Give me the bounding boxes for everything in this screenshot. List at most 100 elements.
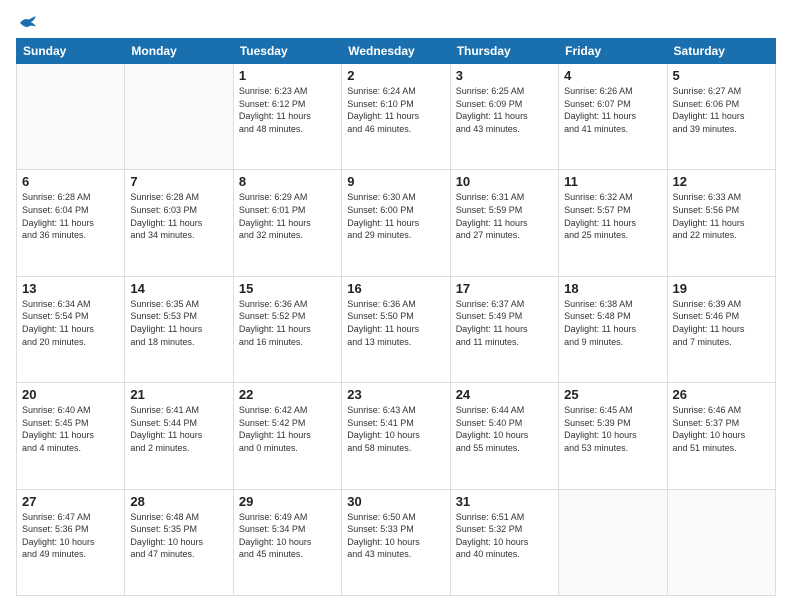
calendar-week-row: 20 Sunrise: 6:40 AM Sunset: 5:45 PM Dayli… xyxy=(17,383,776,489)
day-number: 8 xyxy=(239,174,336,189)
day-info: Sunrise: 6:36 AM Sunset: 5:52 PM Dayligh… xyxy=(239,298,336,348)
day-number: 2 xyxy=(347,68,444,83)
calendar-cell: 16 Sunrise: 6:36 AM Sunset: 5:50 PM Dayli… xyxy=(342,276,450,382)
calendar-cell xyxy=(559,489,667,595)
day-info: Sunrise: 6:46 AM Sunset: 5:37 PM Dayligh… xyxy=(673,404,770,454)
day-number: 22 xyxy=(239,387,336,402)
calendar-cell: 21 Sunrise: 6:41 AM Sunset: 5:44 PM Dayli… xyxy=(125,383,233,489)
calendar-cell: 7 Sunrise: 6:28 AM Sunset: 6:03 PM Daylig… xyxy=(125,170,233,276)
day-number: 1 xyxy=(239,68,336,83)
calendar-cell: 18 Sunrise: 6:38 AM Sunset: 5:48 PM Dayli… xyxy=(559,276,667,382)
day-info: Sunrise: 6:28 AM Sunset: 6:04 PM Dayligh… xyxy=(22,191,119,241)
calendar-cell: 1 Sunrise: 6:23 AM Sunset: 6:12 PM Daylig… xyxy=(233,64,341,170)
weekday-header-saturday: Saturday xyxy=(667,39,775,64)
calendar-header-row: SundayMondayTuesdayWednesdayThursdayFrid… xyxy=(17,39,776,64)
calendar-cell: 8Sunrise: 6:29 AM Sunset: 6:01 PM Daylig… xyxy=(233,170,341,276)
day-info: Sunrise: 6:49 AM Sunset: 5:34 PM Dayligh… xyxy=(239,511,336,561)
calendar-week-row: 27 Sunrise: 6:47 AM Sunset: 5:36 PM Dayli… xyxy=(17,489,776,595)
day-number: 20 xyxy=(22,387,119,402)
day-info: Sunrise: 6:36 AM Sunset: 5:50 PM Dayligh… xyxy=(347,298,444,348)
calendar-week-row: 1 Sunrise: 6:23 AM Sunset: 6:12 PM Daylig… xyxy=(17,64,776,170)
calendar-cell: 4 Sunrise: 6:26 AM Sunset: 6:07 PM Daylig… xyxy=(559,64,667,170)
day-info: Sunrise: 6:43 AM Sunset: 5:41 PM Dayligh… xyxy=(347,404,444,454)
day-info: Sunrise: 6:31 AM Sunset: 5:59 PM Dayligh… xyxy=(456,191,553,241)
calendar-cell: 17 Sunrise: 6:37 AM Sunset: 5:49 PM Dayli… xyxy=(450,276,558,382)
day-number: 5 xyxy=(673,68,770,83)
calendar-cell: 15Sunrise: 6:36 AM Sunset: 5:52 PM Dayli… xyxy=(233,276,341,382)
day-info: Sunrise: 6:51 AM Sunset: 5:32 PM Dayligh… xyxy=(456,511,553,561)
day-number: 16 xyxy=(347,281,444,296)
day-number: 26 xyxy=(673,387,770,402)
day-info: Sunrise: 6:23 AM Sunset: 6:12 PM Dayligh… xyxy=(239,85,336,135)
calendar-cell: 11Sunrise: 6:32 AM Sunset: 5:57 PM Dayli… xyxy=(559,170,667,276)
calendar-cell: 30 Sunrise: 6:50 AM Sunset: 5:33 PM Dayli… xyxy=(342,489,450,595)
day-number: 21 xyxy=(130,387,227,402)
day-number: 29 xyxy=(239,494,336,509)
day-info: Sunrise: 6:32 AM Sunset: 5:57 PM Dayligh… xyxy=(564,191,661,241)
calendar-week-row: 6 Sunrise: 6:28 AM Sunset: 6:04 PM Daylig… xyxy=(17,170,776,276)
day-info: Sunrise: 6:50 AM Sunset: 5:33 PM Dayligh… xyxy=(347,511,444,561)
day-number: 19 xyxy=(673,281,770,296)
day-info: Sunrise: 6:44 AM Sunset: 5:40 PM Dayligh… xyxy=(456,404,553,454)
weekday-header-thursday: Thursday xyxy=(450,39,558,64)
weekday-header-wednesday: Wednesday xyxy=(342,39,450,64)
day-number: 17 xyxy=(456,281,553,296)
day-number: 10 xyxy=(456,174,553,189)
calendar-cell: 10 Sunrise: 6:31 AM Sunset: 5:59 PM Dayli… xyxy=(450,170,558,276)
calendar-table: SundayMondayTuesdayWednesdayThursdayFrid… xyxy=(16,38,776,596)
calendar-cell xyxy=(125,64,233,170)
calendar-cell: 24 Sunrise: 6:44 AM Sunset: 5:40 PM Dayli… xyxy=(450,383,558,489)
calendar-cell: 13 Sunrise: 6:34 AM Sunset: 5:54 PM Dayli… xyxy=(17,276,125,382)
day-number: 18 xyxy=(564,281,661,296)
calendar-cell xyxy=(667,489,775,595)
calendar-cell: 9 Sunrise: 6:30 AM Sunset: 6:00 PM Daylig… xyxy=(342,170,450,276)
day-number: 31 xyxy=(456,494,553,509)
day-info: Sunrise: 6:26 AM Sunset: 6:07 PM Dayligh… xyxy=(564,85,661,135)
day-info: Sunrise: 6:28 AM Sunset: 6:03 PM Dayligh… xyxy=(130,191,227,241)
day-info: Sunrise: 6:35 AM Sunset: 5:53 PM Dayligh… xyxy=(130,298,227,348)
day-number: 4 xyxy=(564,68,661,83)
logo xyxy=(16,16,36,30)
day-info: Sunrise: 6:42 AM Sunset: 5:42 PM Dayligh… xyxy=(239,404,336,454)
weekday-header-sunday: Sunday xyxy=(17,39,125,64)
day-number: 6 xyxy=(22,174,119,189)
day-info: Sunrise: 6:45 AM Sunset: 5:39 PM Dayligh… xyxy=(564,404,661,454)
weekday-header-tuesday: Tuesday xyxy=(233,39,341,64)
calendar-cell: 12 Sunrise: 6:33 AM Sunset: 5:56 PM Dayli… xyxy=(667,170,775,276)
day-number: 12 xyxy=(673,174,770,189)
calendar-cell: 26 Sunrise: 6:46 AM Sunset: 5:37 PM Dayli… xyxy=(667,383,775,489)
calendar-cell: 6 Sunrise: 6:28 AM Sunset: 6:04 PM Daylig… xyxy=(17,170,125,276)
day-number: 9 xyxy=(347,174,444,189)
day-info: Sunrise: 6:30 AM Sunset: 6:00 PM Dayligh… xyxy=(347,191,444,241)
day-info: Sunrise: 6:47 AM Sunset: 5:36 PM Dayligh… xyxy=(22,511,119,561)
calendar-cell: 31 Sunrise: 6:51 AM Sunset: 5:32 PM Dayli… xyxy=(450,489,558,595)
day-number: 7 xyxy=(130,174,227,189)
day-number: 25 xyxy=(564,387,661,402)
day-info: Sunrise: 6:33 AM Sunset: 5:56 PM Dayligh… xyxy=(673,191,770,241)
logo-bird-icon xyxy=(18,16,36,30)
day-number: 30 xyxy=(347,494,444,509)
calendar-cell: 20 Sunrise: 6:40 AM Sunset: 5:45 PM Dayli… xyxy=(17,383,125,489)
day-number: 13 xyxy=(22,281,119,296)
day-info: Sunrise: 6:27 AM Sunset: 6:06 PM Dayligh… xyxy=(673,85,770,135)
day-number: 24 xyxy=(456,387,553,402)
calendar-cell: 29 Sunrise: 6:49 AM Sunset: 5:34 PM Dayli… xyxy=(233,489,341,595)
day-info: Sunrise: 6:34 AM Sunset: 5:54 PM Dayligh… xyxy=(22,298,119,348)
day-info: Sunrise: 6:40 AM Sunset: 5:45 PM Dayligh… xyxy=(22,404,119,454)
day-info: Sunrise: 6:41 AM Sunset: 5:44 PM Dayligh… xyxy=(130,404,227,454)
day-number: 28 xyxy=(130,494,227,509)
calendar-cell: 25 Sunrise: 6:45 AM Sunset: 5:39 PM Dayli… xyxy=(559,383,667,489)
calendar-cell: 2Sunrise: 6:24 AM Sunset: 6:10 PM Daylig… xyxy=(342,64,450,170)
day-info: Sunrise: 6:39 AM Sunset: 5:46 PM Dayligh… xyxy=(673,298,770,348)
day-number: 27 xyxy=(22,494,119,509)
day-info: Sunrise: 6:38 AM Sunset: 5:48 PM Dayligh… xyxy=(564,298,661,348)
day-number: 23 xyxy=(347,387,444,402)
header xyxy=(16,16,776,30)
weekday-header-monday: Monday xyxy=(125,39,233,64)
calendar-cell: 5 Sunrise: 6:27 AM Sunset: 6:06 PM Daylig… xyxy=(667,64,775,170)
day-number: 14 xyxy=(130,281,227,296)
calendar-week-row: 13 Sunrise: 6:34 AM Sunset: 5:54 PM Dayli… xyxy=(17,276,776,382)
day-info: Sunrise: 6:37 AM Sunset: 5:49 PM Dayligh… xyxy=(456,298,553,348)
calendar-cell: 22 Sunrise: 6:42 AM Sunset: 5:42 PM Dayli… xyxy=(233,383,341,489)
page: SundayMondayTuesdayWednesdayThursdayFrid… xyxy=(0,0,792,612)
